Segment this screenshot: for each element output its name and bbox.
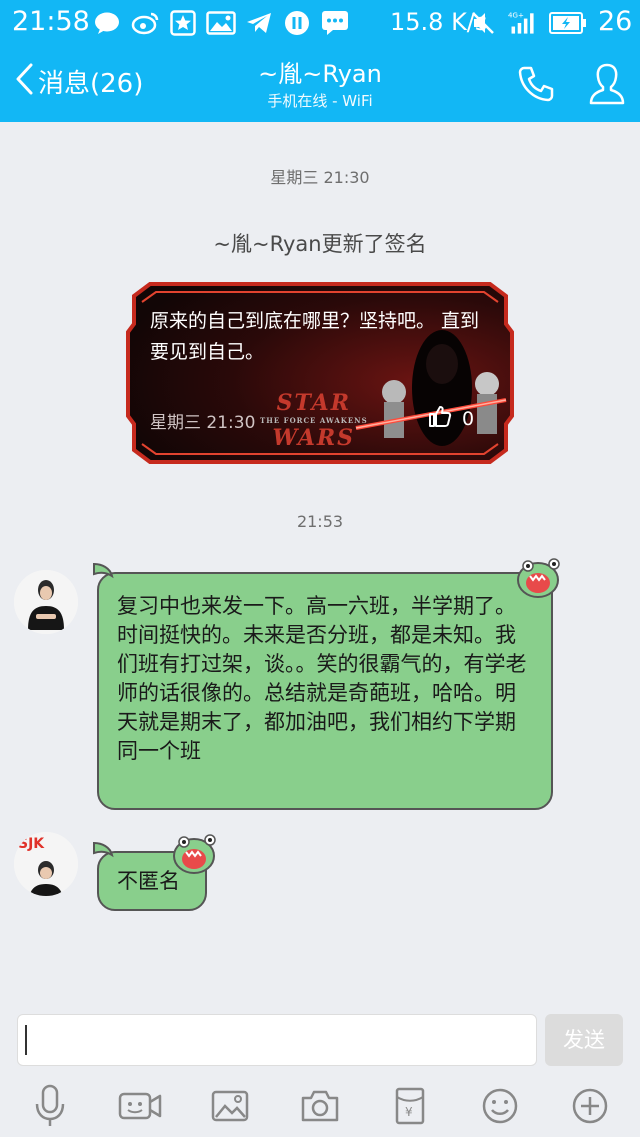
logo-line-2: THE FORCE AWAKENS <box>260 416 368 425</box>
video-icon[interactable] <box>116 1082 164 1130</box>
pause-icon <box>282 9 312 37</box>
status-time: 21:58 <box>12 6 90 37</box>
back-button[interactable]: 消息(26) <box>14 62 143 100</box>
mute-icon <box>468 9 498 37</box>
contact-name: ~胤~Ryan <box>258 60 382 88</box>
chevron-left-icon <box>14 62 34 100</box>
text-cursor <box>25 1025 27 1055</box>
contact-status: 手机在线 - WiFi <box>267 92 373 110</box>
svg-text:SJK: SJK <box>18 836 45 852</box>
monster-sticker-icon <box>172 832 220 880</box>
monster-sticker-icon <box>516 556 564 604</box>
svg-text:¥: ¥ <box>405 1105 413 1119</box>
status-bar: 21:58 15.8 K/s 4G+ 26 <box>0 0 640 46</box>
logo-line-3: WARS <box>272 425 356 451</box>
contact-title[interactable]: ~胤~Ryan 手机在线 - WiFi <box>200 60 440 111</box>
message-bubble[interactable]: 复习中也来发一下。高一六班，半学期了。时间挺快的。未来是否分班，都是未知。我们班… <box>97 572 553 810</box>
thumbs-up-icon <box>428 404 452 433</box>
telegram-icon <box>244 9 274 37</box>
image-icon[interactable] <box>206 1082 254 1130</box>
back-label: 消息(26) <box>38 68 144 99</box>
avatar[interactable] <box>14 570 78 634</box>
timestamp: 21:53 <box>296 512 344 531</box>
send-button[interactable]: 发送 <box>545 1014 623 1066</box>
signature-text: 原来的自己到底在哪里？坚持吧。 直到要见到自己。 <box>150 310 480 363</box>
star-box-icon <box>168 9 198 37</box>
battery-icon <box>548 9 588 37</box>
phone-icon[interactable] <box>516 64 556 108</box>
emoji-icon[interactable] <box>476 1082 524 1130</box>
battery-level: 26 <box>598 6 633 37</box>
like-button[interactable]: 0 <box>428 404 474 433</box>
red-packet-icon[interactable]: ¥ <box>386 1082 434 1130</box>
signature-time: 星期三 21:30 <box>150 413 256 433</box>
notification-icons <box>92 9 350 37</box>
camera-icon[interactable] <box>296 1082 344 1130</box>
logo-line-1: STAR <box>276 390 352 416</box>
weibo-icon <box>130 9 160 37</box>
plus-icon[interactable] <box>566 1082 614 1130</box>
chat-bubble-icon <box>92 9 122 37</box>
system-icons: 4G+ <box>468 9 588 37</box>
person-icon <box>14 570 78 634</box>
system-message: ~胤~Ryan更新了签名 <box>213 232 427 256</box>
mic-icon[interactable] <box>26 1082 74 1130</box>
signal-icon: 4G+ <box>508 9 538 37</box>
star-wars-logo: STAR THE FORCE AWAKENS WARS <box>260 390 368 451</box>
signature-card[interactable]: 原来的自己到底在哪里？坚持吧。 直到要见到自己。 STAR THE FORCE … <box>124 280 516 466</box>
bubble-corner-decoration <box>92 841 114 863</box>
avatar[interactable]: SJK <box>14 832 78 896</box>
input-toolbar: ¥ <box>0 1078 640 1137</box>
message-text: 复习中也来发一下。高一六班，半学期了。时间挺快的。未来是否分班，都是未知。我们班… <box>117 594 527 763</box>
svg-text:4G+: 4G+ <box>508 11 524 20</box>
message-input[interactable] <box>17 1014 537 1066</box>
profile-icon[interactable] <box>588 62 626 110</box>
title-bar: 消息(26) ~胤~Ryan 手机在线 - WiFi <box>0 46 640 122</box>
like-count: 0 <box>462 407 475 430</box>
message-icon <box>320 9 350 37</box>
gallery-icon <box>206 9 236 37</box>
composer: 发送 <box>0 1008 640 1070</box>
timestamp: 星期三 21:30 <box>270 168 370 187</box>
person-icon: SJK <box>14 832 78 896</box>
bubble-corner-decoration <box>92 562 114 584</box>
